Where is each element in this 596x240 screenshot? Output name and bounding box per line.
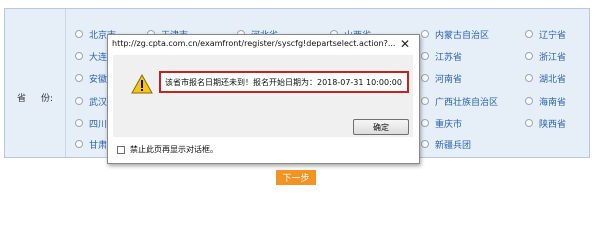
province-radio[interactable] [75,140,83,148]
page: 省 份: 北京市 天津市 河北省 山西省 内蒙古自治区 辽宁省 [0,0,596,201]
province-option-label: 陕西省 [539,119,567,130]
province-option[interactable]: 河南省 [421,72,463,85]
suppress-dialogs-option[interactable]: 禁止此页再显示对话框。 [117,144,218,155]
province-option-label: 重庆市 [435,119,463,130]
province-option[interactable]: 甘肃 [75,138,108,151]
province-radio[interactable] [75,74,83,82]
province-radio[interactable] [421,140,429,148]
province-radio[interactable] [75,97,83,105]
province-option[interactable]: 武汉 [75,95,108,108]
province-radio[interactable] [421,119,429,127]
suppress-checkbox[interactable] [117,145,125,154]
province-option-label: 甘肃 [89,140,108,151]
province-radio[interactable] [75,119,83,127]
province-radio[interactable] [525,97,533,105]
province-option[interactable]: 江苏省 [421,50,463,63]
province-label-char: 省 [17,94,27,104]
ok-button[interactable]: 确定 [353,119,409,135]
province-option-label: 安徽 [89,74,108,85]
province-option-label: 四川 [89,119,108,130]
province-option[interactable]: 大连 [75,50,108,63]
province-option-label: 内蒙古自治区 [435,30,490,41]
province-option-label: 辽宁省 [539,30,567,41]
province-radio[interactable] [75,52,83,60]
province-option[interactable]: 陕西省 [525,117,567,130]
province-option[interactable]: 新疆兵团 [421,138,472,151]
province-radio[interactable] [525,119,533,127]
province-option[interactable]: 安徽 [75,72,108,85]
province-radio[interactable] [421,97,429,105]
province-option-label: 新疆兵团 [435,140,472,151]
province-option-label: 浙江省 [539,52,567,63]
province-radio[interactable] [421,52,429,60]
province-radio[interactable] [421,30,429,38]
dialog-title: http://zg.cpta.com.cn/examfront/register… [112,39,396,48]
province-radio[interactable] [75,30,83,38]
province-radio[interactable] [525,30,533,38]
label-divider [65,9,66,157]
province-radio[interactable] [525,52,533,60]
next-step-button[interactable]: 下一步 [276,170,316,185]
province-option-label: 武汉 [89,97,108,108]
province-option-label: 广西壮族自治区 [435,97,499,108]
alert-message-box: 该省市报名日期还未到！报名开始日期为：2018-07-31 10:00:00 [159,71,409,93]
province-option-label: 江苏省 [435,52,463,63]
province-option[interactable]: 内蒙古自治区 [421,28,490,41]
suppress-label: 禁止此页再显示对话框。 [130,145,218,154]
province-option[interactable]: 浙江省 [525,50,567,63]
province-option-label: 河南省 [435,74,463,85]
dialog-titlebar[interactable]: http://zg.cpta.com.cn/examfront/register… [108,35,419,53]
province-option[interactable]: 辽宁省 [525,28,567,41]
province-option-label: 大连 [89,52,108,63]
province-radio[interactable] [421,74,429,82]
warning-icon [131,74,153,94]
province-option[interactable]: 重庆市 [421,117,463,130]
alert-dialog: http://zg.cpta.com.cn/examfront/register… [107,34,420,164]
province-option[interactable]: 四川 [75,117,108,130]
province-radio[interactable] [525,74,533,82]
province-option-label: 湖北省 [539,74,567,85]
province-option[interactable]: 海南省 [525,95,567,108]
close-icon[interactable]: ✕ [397,37,413,51]
province-option[interactable]: 湖北省 [525,72,567,85]
province-option[interactable]: 广西壮族自治区 [421,95,499,108]
alert-message: 该省市报名日期还未到！报名开始日期为：2018-07-31 10:00:00 [165,77,402,87]
province-option-label: 海南省 [539,97,567,108]
dialog-body: 该省市报名日期还未到！报名开始日期为：2018-07-31 10:00:00 确… [113,55,413,137]
province-label-suffix: 份: [41,94,54,104]
